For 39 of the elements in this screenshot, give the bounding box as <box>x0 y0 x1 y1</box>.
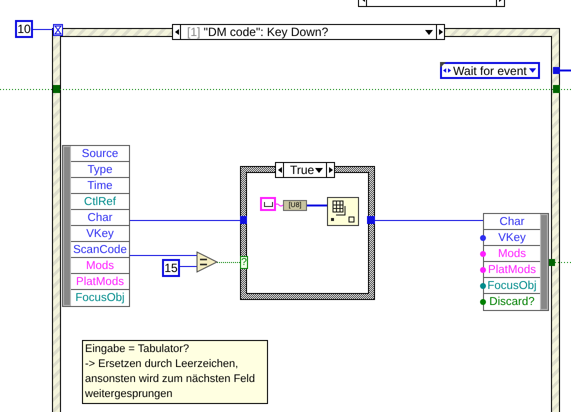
dropdown-arrow-icon <box>425 30 433 34</box>
right-arrow-icon <box>328 167 332 173</box>
left-arrow-icon <box>174 29 178 35</box>
node-terminal[interactable]: ScanCode <box>71 242 129 258</box>
boolean-wire <box>554 262 571 263</box>
tunnel <box>53 85 60 93</box>
enum-constant[interactable]: Wait for event <box>440 62 540 79</box>
node-terminal[interactable]: Char <box>71 210 129 226</box>
increment-arrows-icon <box>443 68 452 73</box>
wire <box>180 266 198 267</box>
tunnel <box>240 216 247 224</box>
comment-note: Eingabe = Tabulator? -> Ersetzen durch Leerzeichen, ansonsten wird zum nächsten Feld weitergesprungen <box>82 340 268 404</box>
wire <box>32 29 54 30</box>
wire <box>560 70 571 72</box>
event-case-selector[interactable]: [1] "DM code": Key Down? <box>172 24 445 40</box>
dropdown-arrow-icon <box>315 168 323 172</box>
node-terminal[interactable]: CtlRef <box>71 194 129 210</box>
space-icon <box>264 202 272 206</box>
selector-terminal: ? <box>240 256 248 269</box>
node-terminal[interactable]: VKey <box>71 226 129 242</box>
hourglass-icon <box>53 24 63 36</box>
node-terminal[interactable]: Time <box>71 178 129 194</box>
array-function-icon <box>327 197 359 226</box>
equal-function-icon <box>196 251 218 273</box>
tunnel <box>553 67 560 74</box>
case-selector[interactable]: True <box>275 162 335 178</box>
left-arrow-icon <box>278 167 282 173</box>
dropdown-arrow-icon <box>528 68 536 73</box>
node-terminal[interactable]: FocusObj <box>71 290 129 306</box>
boolean-wire <box>216 262 240 263</box>
numeric-constant: 10 <box>15 20 33 38</box>
wire <box>307 204 327 206</box>
wire <box>128 255 198 256</box>
node-terminal[interactable]: Type <box>71 162 129 178</box>
numeric-constant: 15 <box>162 259 180 277</box>
tunnel <box>367 216 375 224</box>
node-terminal[interactable]: Source <box>71 146 129 162</box>
right-arrow-icon <box>438 29 442 35</box>
tunnel <box>553 85 560 93</box>
